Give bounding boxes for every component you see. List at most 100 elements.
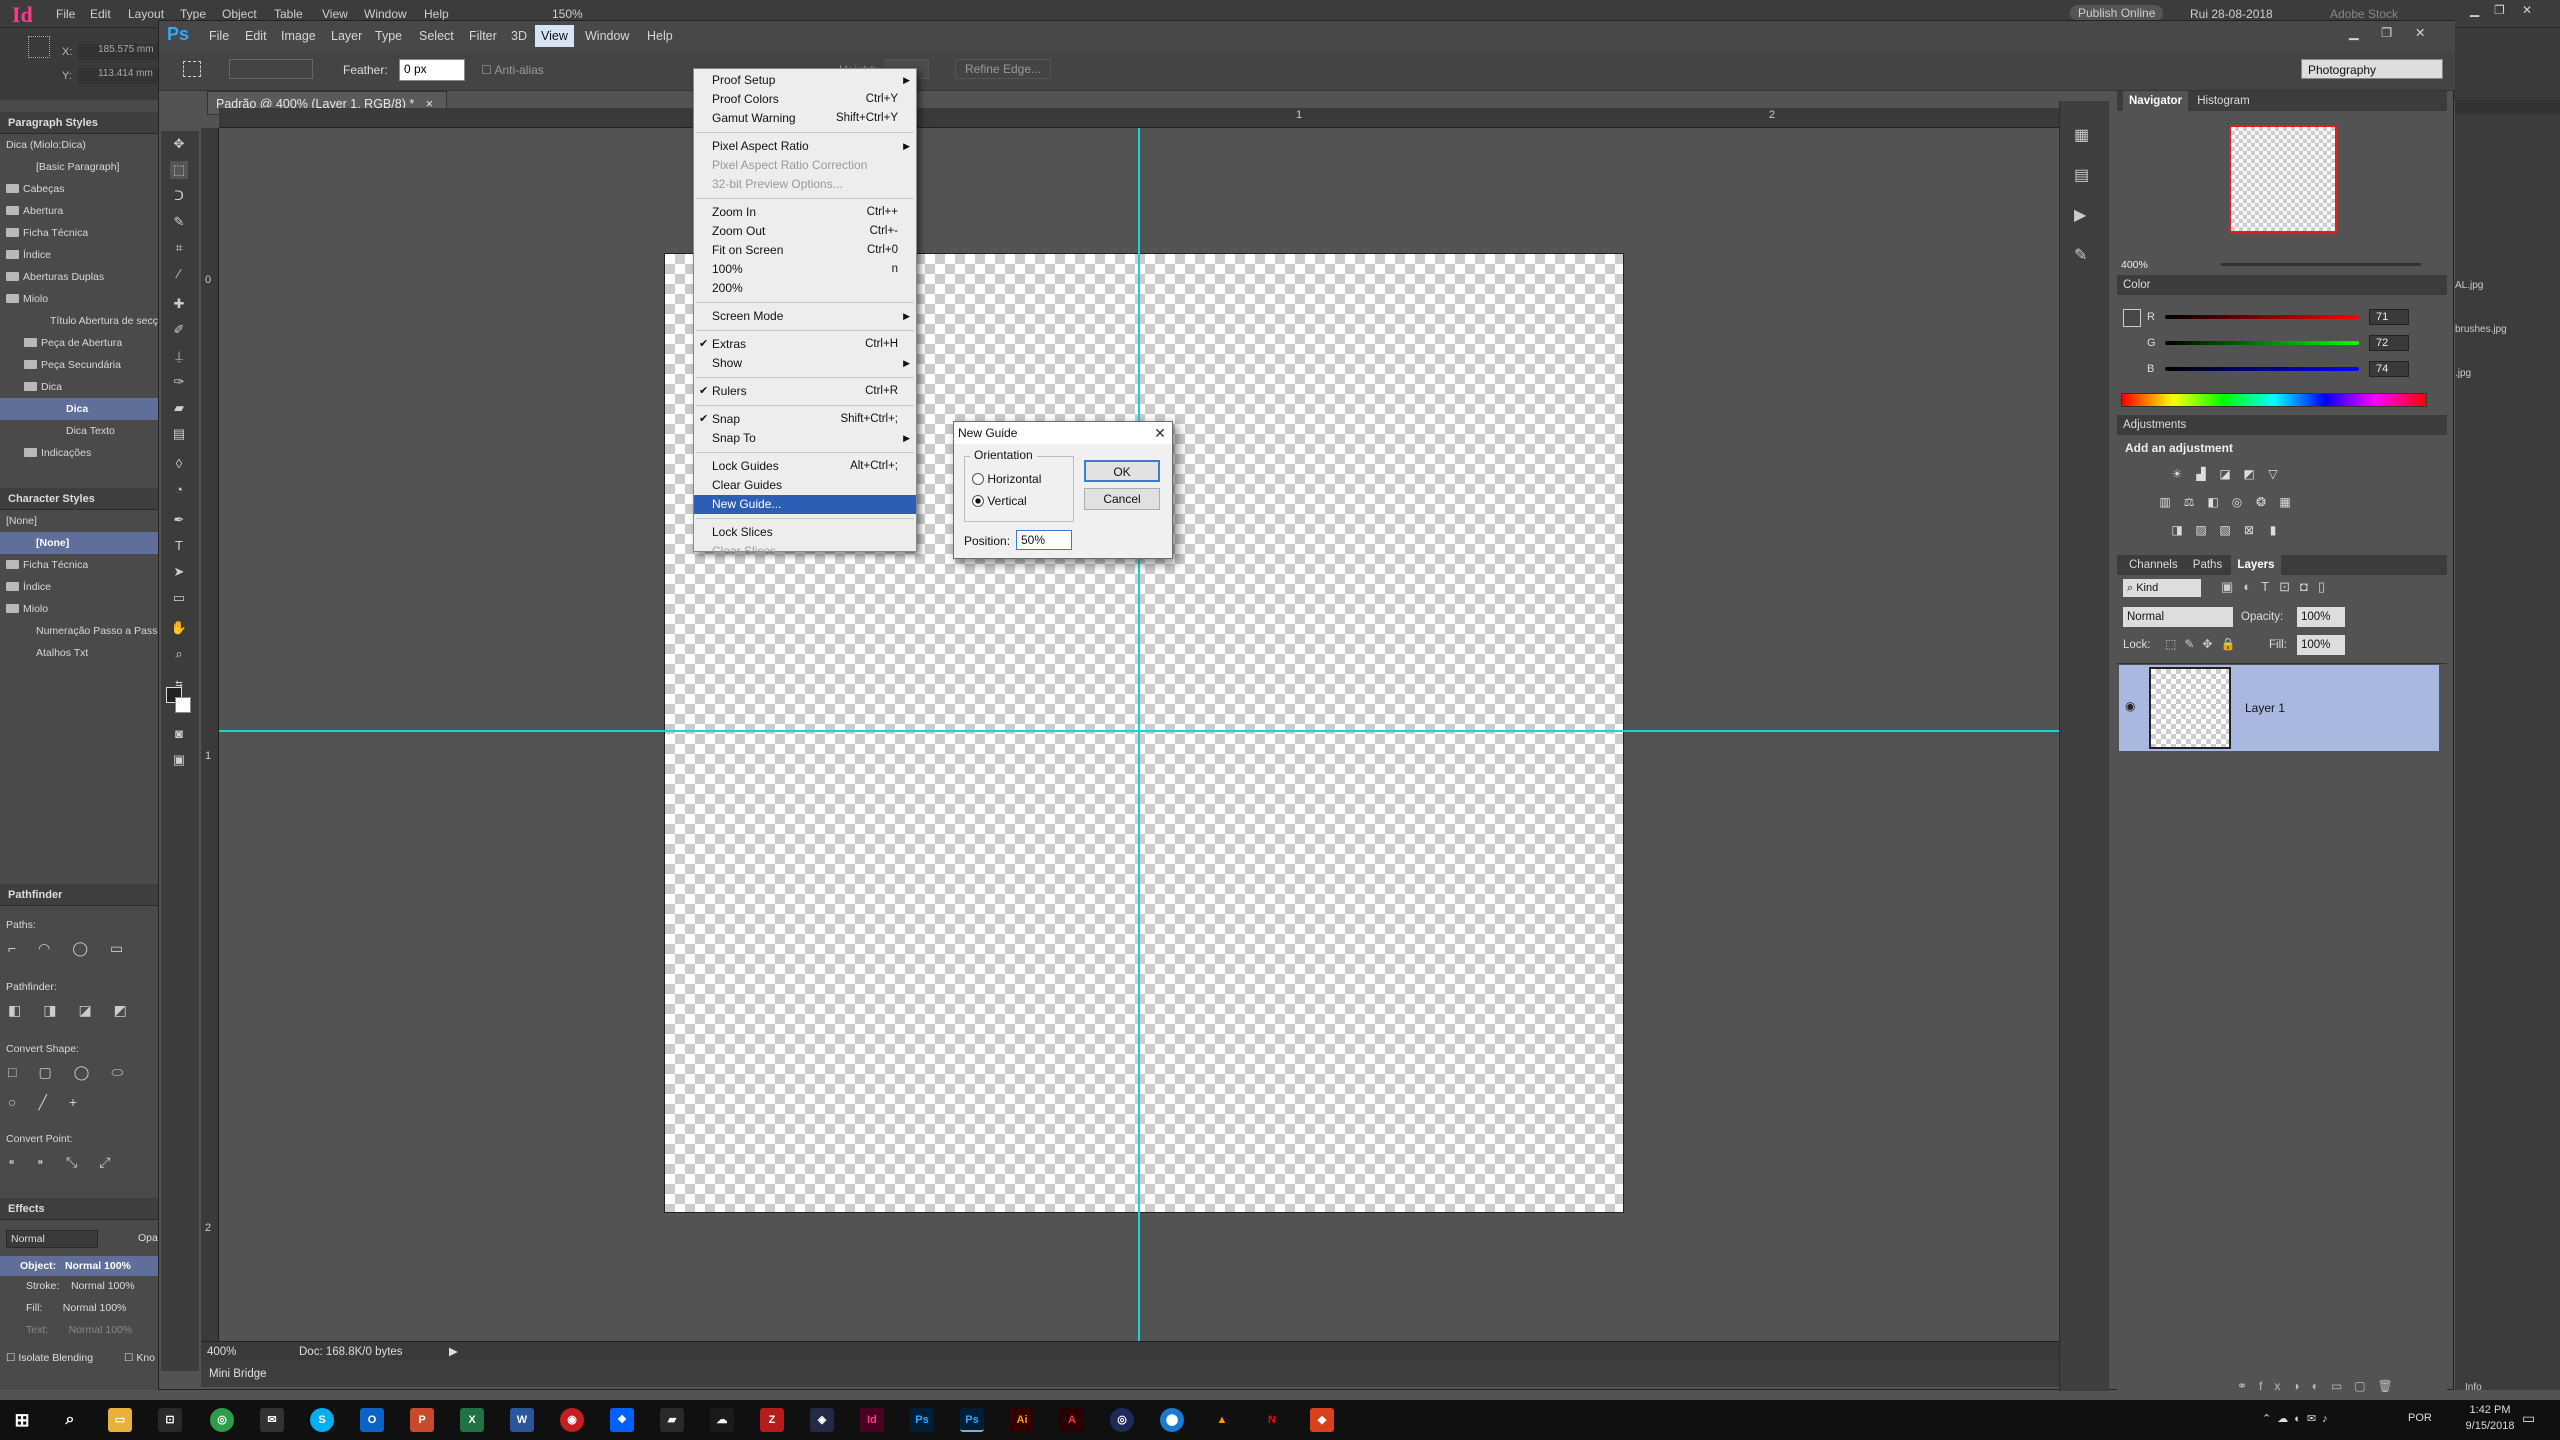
app-icon[interactable]: ◈ bbox=[810, 1408, 834, 1432]
zoom-tool-icon[interactable]: ⌕ bbox=[170, 645, 188, 663]
b-slider[interactable] bbox=[2165, 367, 2359, 371]
move-tool-icon[interactable]: ✥ bbox=[170, 135, 188, 153]
excel-icon[interactable]: X bbox=[460, 1408, 484, 1432]
path-select-tool-icon[interactable]: ➤ bbox=[170, 563, 188, 581]
id-menu-file[interactable]: File bbox=[56, 7, 75, 21]
paragraph-style-selected[interactable]: Dica bbox=[0, 398, 159, 420]
selection-mode-buttons[interactable] bbox=[229, 59, 313, 79]
effects-stroke-row[interactable]: Stroke: Normal 100% bbox=[26, 1280, 135, 1292]
view-menu-item[interactable]: Zoom Out Ctrl+- bbox=[694, 222, 916, 241]
photoshop-active-taskbar-icon[interactable]: Ps bbox=[960, 1408, 984, 1432]
fill-field[interactable]: 100% bbox=[2297, 635, 2345, 655]
paragraph-style-group[interactable]: Índice bbox=[0, 244, 159, 266]
id-minimize-icon[interactable]: ▁ bbox=[2470, 3, 2479, 17]
id-menu-view[interactable]: View bbox=[322, 7, 348, 21]
file-item[interactable]: AL.jpg bbox=[2455, 280, 2483, 291]
view-menu-item[interactable]: Show ▶ bbox=[694, 354, 916, 373]
tab-channels[interactable]: Channels bbox=[2123, 555, 2184, 575]
eyedropper-tool-icon[interactable]: ⁄ bbox=[170, 265, 188, 283]
ps-menu-window[interactable]: Window bbox=[585, 29, 629, 43]
status-arrow-icon[interactable]: ▶ bbox=[449, 1342, 458, 1362]
id-stock-search[interactable]: Adobe Stock bbox=[2330, 7, 2398, 21]
selective-color-icon[interactable]: ⊠ bbox=[2241, 523, 2257, 539]
illustrator-taskbar-icon[interactable]: Ai bbox=[1010, 1408, 1034, 1432]
healing-brush-tool-icon[interactable]: ✚ bbox=[170, 295, 188, 313]
view-menu-item[interactable]: Zoom In Ctrl++ bbox=[694, 203, 916, 222]
levels-icon[interactable]: ▟ bbox=[2193, 467, 2209, 483]
file-explorer-icon[interactable]: ▭ bbox=[108, 1408, 132, 1432]
ps-menu-edit[interactable]: Edit bbox=[245, 29, 267, 43]
view-menu-item[interactable]: Proof Setup ▶ bbox=[694, 71, 916, 90]
paragraph-style-item[interactable]: Dica Texto bbox=[0, 420, 159, 442]
layer-row[interactable]: ◉ Layer 1 bbox=[2119, 665, 2439, 751]
folder-icon[interactable]: ▰ bbox=[660, 1408, 684, 1432]
paragraph-style-group[interactable]: Abertura bbox=[0, 200, 159, 222]
convert-shape-buttons[interactable]: □▢◯⬭ bbox=[8, 1064, 145, 1081]
paragraph-style-group[interactable]: Ficha Técnica bbox=[0, 222, 159, 244]
view-menu-item[interactable]: Snap To ▶ bbox=[694, 429, 916, 448]
character-style-group[interactable]: Ficha Técnica bbox=[0, 554, 159, 576]
g-slider[interactable] bbox=[2165, 341, 2359, 345]
netflix-icon[interactable]: N bbox=[1260, 1408, 1284, 1432]
indesign-taskbar-icon[interactable]: Id bbox=[860, 1408, 884, 1432]
color-spectrum-ramp[interactable] bbox=[2121, 393, 2427, 407]
color-balance-icon[interactable]: ⚖ bbox=[2181, 495, 2197, 511]
paragraph-style-group[interactable]: Miolo bbox=[0, 288, 159, 310]
character-style-selected[interactable]: [None] bbox=[0, 532, 159, 554]
vibrance-icon[interactable]: ▽ bbox=[2265, 467, 2281, 483]
r-slider[interactable] bbox=[2165, 315, 2359, 319]
gradient-tool-icon[interactable]: ▤ bbox=[170, 425, 188, 443]
info-panel-tab[interactable]: Info bbox=[2465, 1382, 2482, 1393]
onedrive-icon[interactable]: ☁ bbox=[710, 1408, 734, 1432]
paragraph-style-group[interactable]: Peça de Abertura bbox=[0, 332, 159, 354]
screen-mode-icon[interactable]: ▣ bbox=[170, 751, 188, 769]
hand-tool-icon[interactable]: ✋ bbox=[170, 619, 188, 637]
history-brush-tool-icon[interactable]: ✑ bbox=[170, 373, 188, 391]
input-language[interactable]: POR bbox=[2408, 1412, 2432, 1424]
view-menu-item[interactable]: Proof Colors Ctrl+Y bbox=[694, 90, 916, 109]
horizontal-ruler[interactable]: 1 2 bbox=[219, 108, 2064, 128]
zoom-readout[interactable]: 400% bbox=[207, 1342, 236, 1362]
opacity-field[interactable]: 100% bbox=[2297, 607, 2345, 627]
id-menu-edit[interactable]: Edit bbox=[90, 7, 111, 21]
blend-mode-select[interactable]: Normal bbox=[2123, 607, 2233, 627]
ps-minimize-icon[interactable]: ▁ bbox=[2349, 25, 2359, 40]
view-menu-item[interactable]: Clear Guides bbox=[694, 476, 916, 495]
id-menu-help[interactable]: Help bbox=[424, 7, 449, 21]
blur-tool-icon[interactable]: ◊ bbox=[170, 455, 188, 473]
tray-icons[interactable]: ⌃☁◐✉♪ bbox=[2262, 1412, 2334, 1425]
mini-bridge-tab[interactable]: Mini Bridge bbox=[201, 1361, 2064, 1387]
b-value-field[interactable]: 74 bbox=[2369, 361, 2409, 377]
view-menu-item[interactable]: Gamut Warning Shift+Ctrl+Y bbox=[694, 109, 916, 128]
vlc-icon[interactable]: ▲ bbox=[1210, 1408, 1234, 1432]
ps-menu-select[interactable]: Select bbox=[419, 29, 454, 43]
view-menu-item[interactable]: Fit on Screen Ctrl+0 bbox=[694, 241, 916, 260]
paragraph-style-group[interactable]: Dica bbox=[0, 376, 159, 398]
dropbox-icon[interactable]: ❖ bbox=[610, 1408, 634, 1432]
layer-filter-icons[interactable]: ▣◐T⊡◘▯ bbox=[2221, 579, 2335, 595]
clone-stamp-tool-icon[interactable]: ⍊ bbox=[170, 347, 188, 365]
isolate-blending-checkbox[interactable]: ☐ Isolate Blending bbox=[6, 1352, 93, 1364]
ps-menu-type[interactable]: Type bbox=[375, 29, 402, 43]
lasso-tool-icon[interactable]: ᑐ bbox=[170, 187, 188, 205]
r-value-field[interactable]: 71 bbox=[2369, 309, 2409, 325]
view-menu-item[interactable]: Pixel Aspect Ratio ▶ bbox=[694, 137, 916, 156]
ps-menu-view[interactable]: View bbox=[535, 25, 574, 47]
filezilla-icon[interactable]: Z bbox=[760, 1408, 784, 1432]
refine-edge-button[interactable]: Refine Edge... bbox=[955, 59, 1051, 79]
curves-icon[interactable]: ◪ bbox=[2217, 467, 2233, 483]
vertical-radio[interactable]: Vertical bbox=[972, 494, 1027, 508]
color-foreground-swatch[interactable] bbox=[2123, 309, 2141, 327]
effects-object-row[interactable]: Object: Normal 100% bbox=[0, 1256, 159, 1276]
mail-icon[interactable]: ✉ bbox=[260, 1408, 284, 1432]
crop-tool-icon[interactable]: ⌗ bbox=[170, 239, 188, 257]
knockout-group-checkbox[interactable]: ☐ Kno bbox=[124, 1352, 155, 1364]
history-panel-icon[interactable]: ▦ bbox=[2074, 125, 2089, 145]
view-menu-item[interactable]: Screen Mode ▶ bbox=[694, 307, 916, 326]
horizontal-guide[interactable] bbox=[219, 730, 2064, 732]
character-style-group[interactable]: Miolo bbox=[0, 598, 159, 620]
quick-select-tool-icon[interactable]: ✎ bbox=[170, 213, 188, 231]
brush-panel-icon[interactable]: ✎ bbox=[2074, 245, 2087, 265]
app-icon[interactable]: ⬤ bbox=[1160, 1408, 1184, 1432]
brightness-icon[interactable]: ☀ bbox=[2169, 467, 2185, 483]
